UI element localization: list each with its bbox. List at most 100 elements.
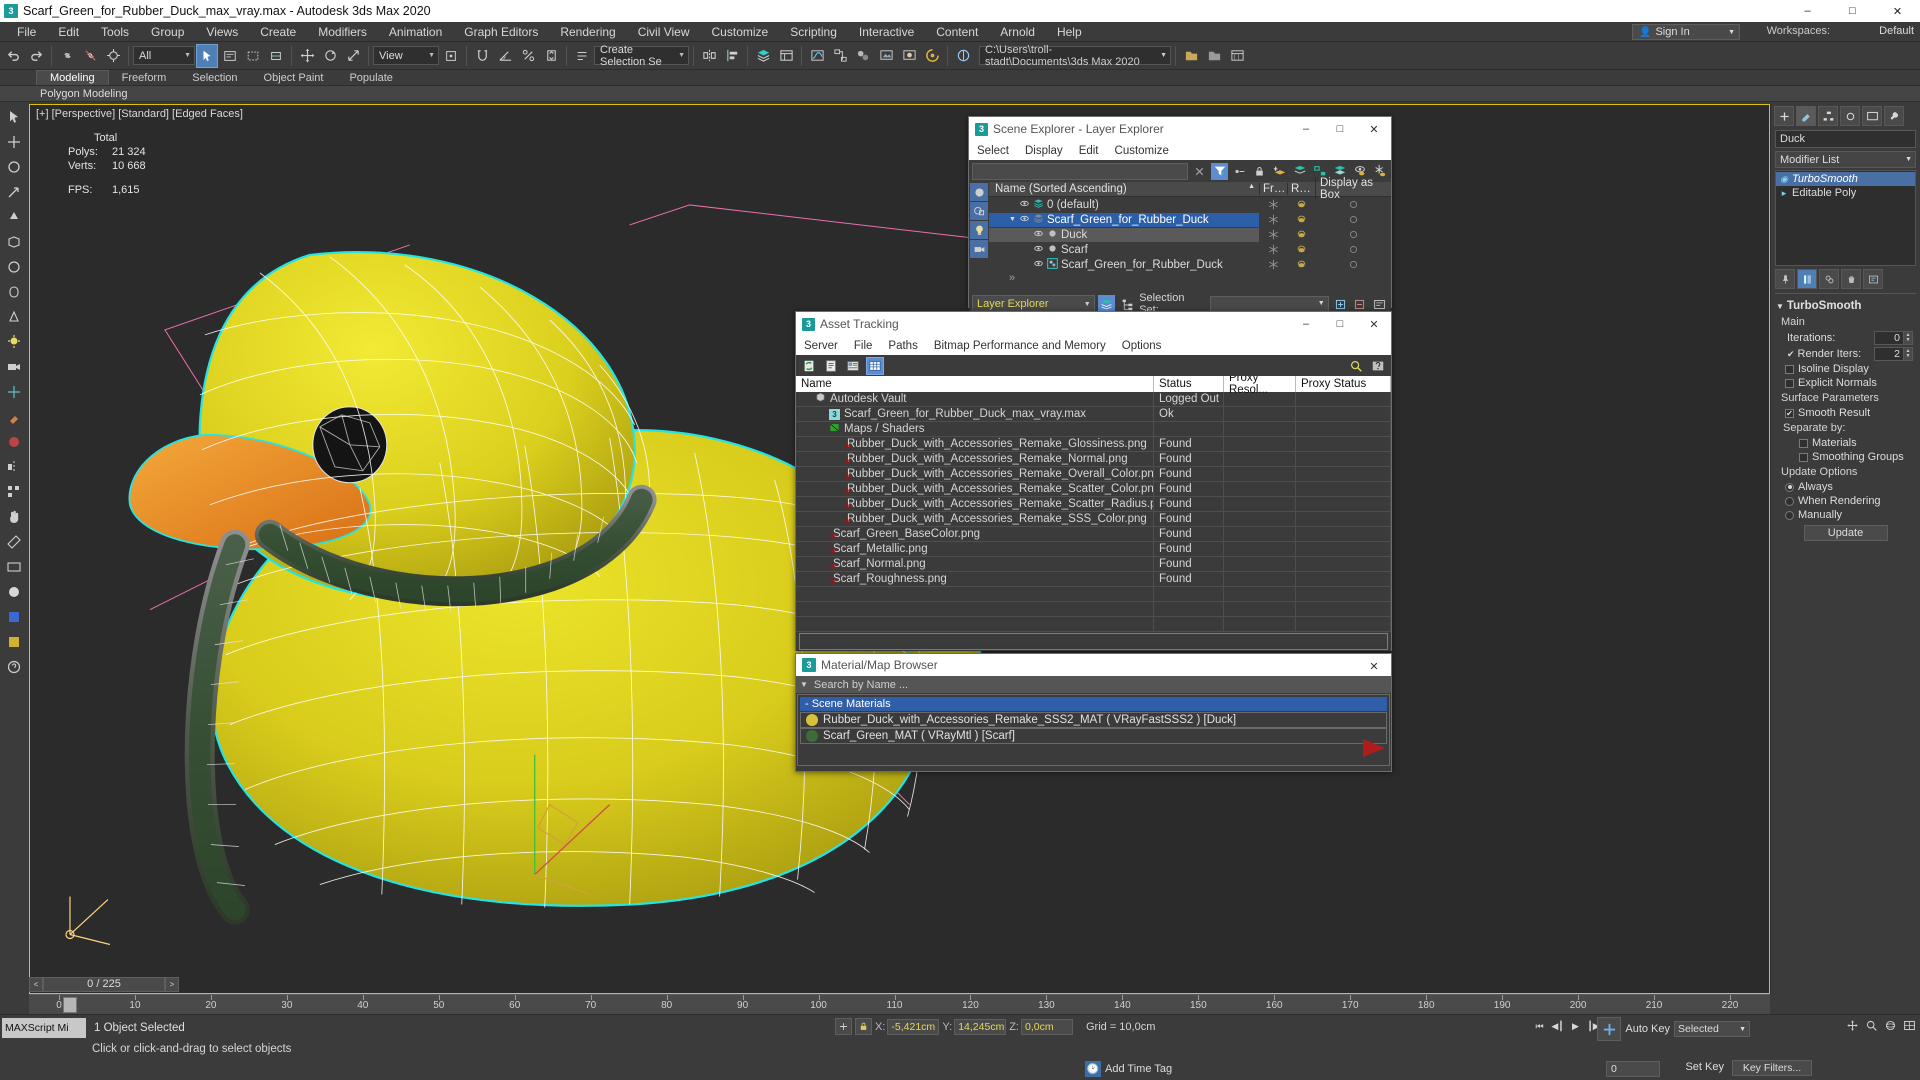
play-animation-icon[interactable]: ▶: [1567, 1017, 1584, 1035]
rollout-header[interactable]: ▼ TurboSmooth: [1773, 298, 1918, 314]
ribbon-tab-selection[interactable]: Selection: [179, 71, 250, 85]
asset-table-row[interactable]: Maps / Shaders: [796, 421, 1391, 437]
menu-item-rendering[interactable]: Rendering: [549, 22, 626, 42]
open-project-folder-icon[interactable]: [1180, 44, 1202, 68]
tab-create[interactable]: [1774, 106, 1794, 126]
overflow-indicator[interactable]: »: [989, 272, 1391, 284]
remove-modifier-icon[interactable]: [1841, 269, 1861, 289]
asset-tracking-icon[interactable]: [1226, 44, 1248, 68]
material-browser-search-bar[interactable]: ▼ Search by Name ...: [796, 676, 1391, 693]
scene-explorer-row[interactable]: Scarf: [989, 242, 1391, 257]
menu-item-file[interactable]: File: [6, 22, 47, 42]
column-header-display-as-box[interactable]: Display as Box: [1315, 177, 1391, 201]
column-header-render[interactable]: R…: [1287, 183, 1315, 195]
create-selection-set-icon[interactable]: [1332, 296, 1349, 313]
asset-table-row[interactable]: Rubber_Duck_with_Accessories_Remake_SSS_…: [796, 511, 1391, 527]
select-and-move-icon[interactable]: [296, 44, 318, 68]
renderable-toggle[interactable]: [1287, 244, 1315, 255]
render-setup-icon[interactable]: [875, 44, 897, 68]
menu-item-help[interactable]: Help: [1046, 22, 1093, 42]
time-slider-handle[interactable]: [63, 997, 77, 1013]
scene-explorer-row[interactable]: Duck: [989, 227, 1391, 242]
eye-icon[interactable]: [1019, 198, 1030, 212]
expand-arrow-icon[interactable]: ▼: [1009, 216, 1016, 223]
eye-icon[interactable]: ◉: [1779, 174, 1789, 184]
spinner-arrows-icon[interactable]: ▲ ▼: [1904, 331, 1913, 345]
scene-explorer-menu-select[interactable]: Select: [977, 145, 1009, 157]
box-primitive-icon[interactable]: [2, 231, 26, 253]
ribbon-tab-freeform[interactable]: Freeform: [109, 71, 180, 85]
render-production-icon[interactable]: [921, 44, 943, 68]
next-frame-button[interactable]: >: [165, 976, 179, 992]
zoom-view-icon[interactable]: [1863, 1017, 1880, 1034]
asset-column-proxy-resolution[interactable]: Proxy Resol...: [1224, 372, 1296, 396]
materials-checkbox[interactable]: Materials: [1773, 436, 1918, 450]
asset-table-row[interactable]: Scarf_Green_BaseColor.png Found: [796, 526, 1391, 542]
delete-selection-set-icon[interactable]: [1351, 296, 1368, 313]
asset-column-proxy-status[interactable]: Proxy Status: [1296, 376, 1391, 392]
select-object-icon[interactable]: [196, 43, 218, 68]
key-filters-button[interactable]: Key Filters...: [1732, 1060, 1812, 1076]
render-iters-value[interactable]: 2: [1874, 347, 1904, 361]
asset-table-row[interactable]: Autodesk Vault Logged Out ...: [796, 391, 1391, 407]
unlink-icon[interactable]: [79, 44, 101, 68]
menu-item-views[interactable]: Views: [195, 22, 249, 42]
asset-table-row[interactable]: Rubber_Duck_with_Accessories_Remake_Norm…: [796, 451, 1391, 467]
eye-icon[interactable]: [1033, 258, 1044, 272]
smoothing-groups-checkbox[interactable]: Smoothing Groups: [1773, 450, 1918, 464]
cone-primitive-icon[interactable]: [2, 306, 26, 328]
menu-item-modifiers[interactable]: Modifiers: [307, 22, 378, 42]
freeze-toggle[interactable]: [1259, 199, 1287, 210]
asset-menu-file[interactable]: File: [854, 340, 873, 352]
align-icon[interactable]: [721, 44, 743, 68]
scene-explorer-row[interactable]: ▼ Scarf_Green_for_Rubber_Duck: [989, 212, 1391, 227]
modifier-stack-item-turbosmooth[interactable]: ◉ TurboSmooth: [1776, 172, 1915, 186]
close-button[interactable]: ✕: [1357, 312, 1391, 336]
eye-icon[interactable]: [1033, 228, 1044, 242]
material-map-browser-window[interactable]: 3 Material/Map Browser ✕ ▼ Search by Nam…: [795, 653, 1392, 772]
texture-icon[interactable]: [2, 631, 26, 653]
eye-icon[interactable]: ▸: [1779, 188, 1789, 198]
update-mode-when-rendering[interactable]: When Rendering: [1773, 494, 1918, 508]
sphere-primitive-icon[interactable]: [2, 256, 26, 278]
renderable-toggle[interactable]: [1287, 199, 1315, 210]
asset-table-row[interactable]: Scarf_Metallic.png Found: [796, 541, 1391, 557]
material-editor-icon[interactable]: [852, 44, 874, 68]
snapshot-icon[interactable]: [2, 556, 26, 578]
reference-coordinate-combo[interactable]: View ▼: [373, 46, 439, 65]
display-as-box-toggle[interactable]: [1315, 199, 1391, 210]
manage-selection-sets-icon[interactable]: [1371, 296, 1388, 313]
scene-explorer-icon[interactable]: [775, 44, 797, 68]
freeze-toggle[interactable]: [1259, 214, 1287, 225]
modifier-list-combo[interactable]: Modifier List ▼: [1775, 151, 1916, 168]
scene-explorer-menu-customize[interactable]: Customize: [1115, 145, 1169, 157]
select-tool-icon[interactable]: [2, 106, 26, 128]
prev-frame-button[interactable]: <: [29, 976, 43, 992]
previous-frame-icon[interactable]: ◀┃: [1549, 1017, 1566, 1035]
asset-menu-server[interactable]: Server: [804, 340, 838, 352]
snap-toggle-icon[interactable]: [471, 44, 493, 68]
project-settings-icon[interactable]: [1203, 44, 1225, 68]
y-value[interactable]: 14,245cm: [954, 1018, 1007, 1035]
filter-shapes-icon[interactable]: [970, 202, 988, 220]
select-by-name-icon[interactable]: [219, 44, 241, 68]
menu-item-create[interactable]: Create: [249, 22, 307, 42]
asset-table-row[interactable]: Rubber_Duck_with_Accessories_Remake_Scat…: [796, 481, 1391, 497]
eye-icon[interactable]: [1019, 213, 1030, 227]
ribbon-tab-modeling[interactable]: Modeling: [36, 70, 109, 85]
key-filter-combo[interactable]: Selected ▼: [1674, 1021, 1750, 1037]
spinner-snap-icon[interactable]: [540, 44, 562, 68]
mirror-tool-icon[interactable]: [2, 456, 26, 478]
modifier-stack-item-editable-poly[interactable]: ▸ Editable Poly: [1776, 186, 1915, 200]
menu-item-interactive[interactable]: Interactive: [848, 22, 925, 42]
add-time-tag[interactable]: 🕑 Add Time Tag: [1085, 1061, 1172, 1077]
filter-cameras-icon[interactable]: [970, 240, 988, 258]
update-button[interactable]: Update: [1803, 525, 1888, 541]
filter-lights-icon[interactable]: [970, 221, 988, 239]
sphere-gizmo-icon[interactable]: [2, 581, 26, 603]
asset-column-name[interactable]: Name: [796, 376, 1154, 392]
close-button[interactable]: ✕: [1357, 117, 1391, 141]
window-crossing-icon[interactable]: [265, 44, 287, 68]
menu-item-animation[interactable]: Animation: [378, 22, 453, 42]
measure-icon[interactable]: [2, 531, 26, 553]
